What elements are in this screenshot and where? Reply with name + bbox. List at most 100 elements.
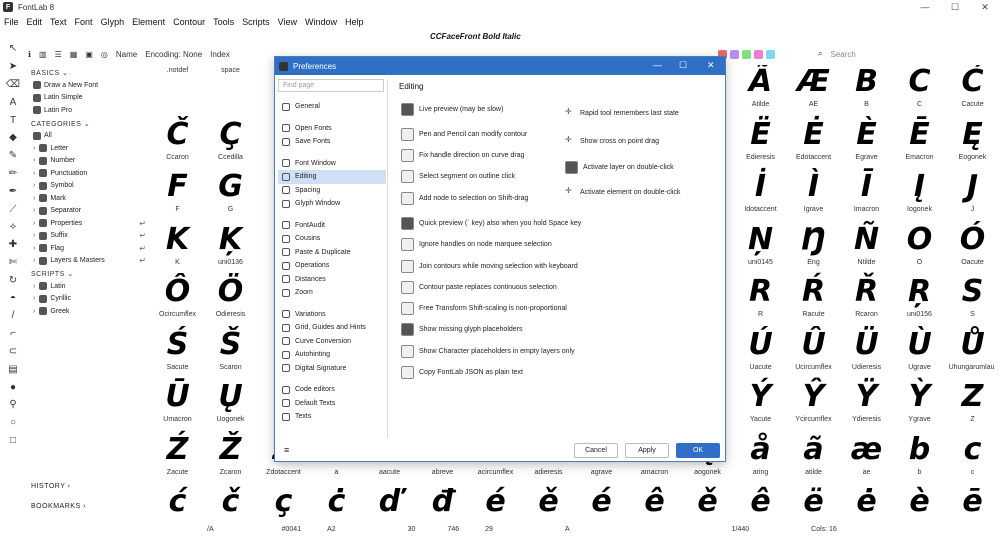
option-toggle-icon[interactable] [401, 149, 414, 162]
expand-arrow-icon[interactable]: › [33, 257, 35, 264]
glyph-cell[interactable]: Ŋ Eng [787, 222, 840, 275]
nav-item-cousins[interactable]: Cousins [278, 232, 386, 246]
magnet-tool-icon[interactable]: ⊂ [9, 343, 17, 361]
option-toggle-icon[interactable]: ✛ [565, 107, 575, 120]
option-toggle-icon[interactable] [401, 217, 414, 230]
option-toggle-icon[interactable] [401, 128, 414, 141]
glyph-cell[interactable]: ã atilde [787, 432, 840, 485]
sidebar-item-properties[interactable]: › Properties ↵ [27, 217, 150, 230]
fill-tool-icon[interactable]: ◓ [10, 289, 16, 307]
glyph-cell[interactable]: KK [151, 222, 204, 275]
search-input[interactable]: Search [830, 50, 855, 59]
knife-tool-icon[interactable]: ◆ [9, 129, 17, 147]
glyph-cell[interactable]: ê [628, 485, 681, 520]
grid-view-icon[interactable]: ▦ [70, 50, 78, 59]
cancel-button[interactable]: Cancel [574, 443, 618, 458]
glyph-cell[interactable]: BB [840, 65, 893, 117]
expand-arrow-icon[interactable]: › [33, 207, 35, 214]
glyph-cell[interactable]: Ý Yacute [734, 380, 787, 432]
menu-file[interactable]: File [0, 17, 23, 27]
option-toggle-icon[interactable] [401, 192, 414, 205]
option-toggle-icon[interactable] [401, 103, 414, 116]
menu-view[interactable]: View [274, 17, 301, 27]
option-7[interactable]: Join contours while moving selection wit… [401, 260, 578, 273]
nav-item-texts[interactable]: Texts [278, 410, 386, 424]
sidebar-item-letter[interactable]: › Letter [27, 142, 150, 155]
glyph-cell[interactable]: Ú Uacute [734, 327, 787, 380]
expand-arrow-icon[interactable]: › [33, 295, 35, 302]
status-lsb[interactable]: 29 [485, 526, 493, 533]
nav-item-font-window[interactable]: Font Window [278, 157, 386, 171]
find-page-input[interactable]: Find page [278, 79, 384, 92]
option-2[interactable]: Fix handle direction on curve drag [401, 149, 524, 162]
menu-edit[interactable]: Edit [23, 17, 47, 27]
smart-tool-icon[interactable]: ✚ [9, 236, 17, 254]
glyph-cell[interactable]: Ö Odieresis [204, 275, 257, 327]
sidebar-item-mark[interactable]: › Mark [27, 192, 150, 205]
needle-tool-icon[interactable]: ⚲ [9, 396, 16, 414]
glyph-cell[interactable]: Ÿ Ydieresis [840, 380, 893, 432]
menu-window[interactable]: Window [301, 17, 341, 27]
option-toggle-icon[interactable] [401, 170, 414, 183]
option-3[interactable]: Select segment on outline click [401, 170, 515, 183]
nav-item-default-texts[interactable]: Default Texts [278, 397, 386, 411]
glyph-cell[interactable]: ć [151, 485, 204, 520]
dialog-close-icon[interactable]: ✕ [707, 60, 715, 71]
glyph-cell[interactable]: ē [946, 485, 994, 520]
glyph-cell[interactable]: Ŗuni0156 [893, 275, 946, 327]
glyph-cell[interactable]: Ķuni0136 [204, 222, 257, 275]
option-12[interactable]: Copy FontLab JSON as plain text [401, 366, 523, 379]
glyph-cell[interactable]: Ž Zcaron [204, 432, 257, 485]
nav-item-glyph-window[interactable]: Glyph Window [278, 197, 386, 211]
menu-scripts[interactable]: Scripts [238, 17, 274, 27]
glyph-cell[interactable]: Ć Cacute [946, 65, 994, 117]
glyph-cell[interactable]: bb [893, 432, 946, 485]
expand-arrow-icon[interactable]: › [33, 220, 35, 227]
sidebar-item-cyrillic[interactable]: › Cyrillic [27, 293, 150, 306]
menu-icon[interactable]: ≡ [284, 445, 289, 455]
nav-item-grid-guides-and-hints[interactable]: Grid, Guides and Hints [278, 321, 386, 335]
glyph-cell[interactable]: Æ AE [787, 65, 840, 117]
glyph-cell[interactable]: Ė Edotaccent [787, 117, 840, 170]
metrics-tool-icon[interactable]: A [10, 93, 17, 111]
sidebar-item-separator[interactable]: › Separator [27, 205, 150, 218]
tangent-tool-icon[interactable]: ⟡ [10, 218, 17, 236]
sidebar-item-draw-a-new-font[interactable]: Draw a New Font [27, 79, 150, 92]
glyph-cell[interactable]: Ū Umacron [151, 380, 204, 432]
glyph-cell[interactable]: Č Ccaron [151, 117, 204, 170]
brush-tool-icon[interactable]: ✎ [9, 147, 17, 165]
glyph-cell[interactable]: OO [893, 222, 946, 275]
menu-help[interactable]: Help [341, 17, 368, 27]
sidebar-toggle-icon[interactable]: ▥ [39, 50, 47, 59]
glyph-cell[interactable]: Ę Eogonek [946, 117, 994, 170]
menu-font[interactable]: Font [71, 17, 97, 27]
categories-header[interactable]: CATEGORIES ⌄ [31, 120, 150, 128]
glyph-cell[interactable]: FF [151, 170, 204, 222]
pointer-tool-icon[interactable]: ↖ [9, 40, 17, 58]
option-1[interactable]: Pen and Pencil can modify contour [401, 128, 527, 141]
expand-arrow-icon[interactable]: › [33, 145, 35, 152]
option-toggle-icon[interactable] [401, 260, 414, 273]
sidebar-item-latin-simple[interactable]: Latin Simple [27, 92, 150, 105]
rotate-tool-icon[interactable]: ↻ [9, 271, 17, 289]
menu-glyph[interactable]: Glyph [97, 17, 129, 27]
glyph-cell[interactable]: Ñ Ntilde [840, 222, 893, 275]
basics-header[interactable]: BASICS ⌄ [31, 69, 150, 77]
nav-item-general[interactable]: General [278, 100, 386, 114]
glyph-cell[interactable]: è [893, 485, 946, 520]
rectangle-tool-icon[interactable]: □ [10, 432, 16, 450]
flag-pink-swatch[interactable] [754, 49, 763, 59]
close-icon[interactable]: ✕ [970, 0, 1000, 14]
nav-item-code-editors[interactable]: Code editors [278, 383, 386, 397]
expand-arrow-icon[interactable]: › [33, 283, 35, 290]
option-0[interactable]: Live preview (may be slow) [401, 103, 503, 116]
glyph-cell[interactable]: ċ [310, 485, 363, 520]
sidebar-item-symbol[interactable]: › Symbol [27, 180, 150, 193]
palette-tool-icon[interactable]: ● [10, 378, 16, 396]
nav-item-zoom[interactable]: Zoom [278, 286, 386, 300]
menu-text[interactable]: Text [46, 17, 71, 27]
option-5[interactable]: Quick preview (` key) also when you hold… [401, 217, 581, 230]
apply-button[interactable]: Apply [625, 443, 669, 458]
status-name[interactable]: A2 [327, 526, 336, 533]
glyph-cell[interactable]: Ś Sacute [151, 327, 204, 380]
